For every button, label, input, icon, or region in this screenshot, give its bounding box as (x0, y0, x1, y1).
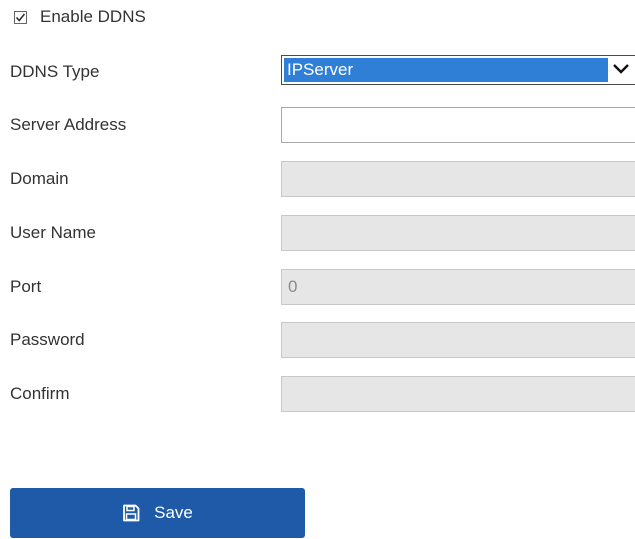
chevron-down-icon (613, 64, 629, 74)
port-input[interactable]: 0 (281, 269, 635, 305)
domain-row: Domain (0, 161, 635, 199)
port-label: Port (10, 277, 42, 296)
checkmark-icon (15, 12, 26, 22)
ddns-settings-page: Enable DDNS DDNS Type IPServer Server Ad… (0, 0, 635, 539)
domain-label: Domain (10, 169, 69, 188)
user-name-row: User Name (0, 215, 635, 253)
ddns-type-label: DDNS Type (10, 62, 100, 81)
save-button-label: Save (154, 503, 193, 522)
save-icon (123, 504, 140, 522)
confirm-row: Confirm (0, 376, 635, 414)
enable-ddns-row[interactable]: Enable DDNS (14, 5, 146, 29)
confirm-input[interactable] (281, 376, 635, 412)
password-row: Password (0, 322, 635, 360)
ddns-type-selected-value: IPServer (284, 58, 608, 82)
domain-input[interactable] (281, 161, 635, 197)
password-label: Password (10, 330, 85, 349)
user-name-input[interactable] (281, 215, 635, 251)
server-address-input[interactable] (281, 107, 635, 143)
server-address-label: Server Address (10, 115, 127, 134)
enable-ddns-label: Enable DDNS (40, 7, 146, 26)
save-button[interactable]: Save (10, 488, 305, 538)
ddns-type-select[interactable]: IPServer (281, 55, 635, 85)
confirm-label: Confirm (10, 384, 70, 403)
ddns-type-row: DDNS Type IPServer (0, 55, 635, 93)
port-row: Port 0 (0, 269, 635, 307)
server-address-row: Server Address (0, 107, 635, 145)
user-name-label: User Name (10, 223, 96, 242)
enable-ddns-checkbox[interactable] (14, 10, 27, 24)
password-input[interactable] (281, 322, 635, 358)
